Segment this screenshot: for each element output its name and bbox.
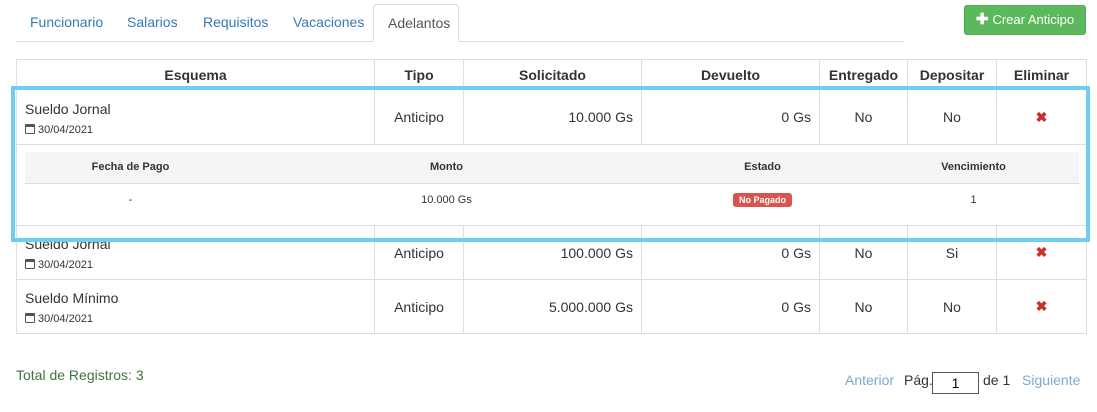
- delete-cell: ✖: [996, 225, 1087, 280]
- table-row[interactable]: Sueldo Jornal 30/04/2021 Anticipo 10.000…: [16, 89, 1087, 145]
- page-label: Pág.: [904, 372, 933, 388]
- prev-page-link[interactable]: Anterior: [845, 372, 894, 388]
- esquema-name: Sueldo Mínimo: [25, 290, 119, 306]
- calendar-icon: [25, 313, 35, 323]
- date-label: 30/04/2021: [25, 259, 366, 271]
- estado-cell: No Pagado: [657, 183, 868, 216]
- depositar-cell: No: [907, 89, 997, 145]
- plus-icon: ✚: [975, 11, 989, 28]
- header-monto: Monto: [236, 152, 657, 184]
- create-advance-label: Crear Anticipo: [992, 12, 1075, 27]
- date-label: 30/04/2021: [25, 313, 366, 325]
- header-tipo[interactable]: Tipo: [374, 59, 464, 90]
- tab-adelantos[interactable]: Adelantos: [373, 4, 459, 42]
- vencimiento-cell: 1: [970, 193, 977, 206]
- calendar-icon: [25, 259, 35, 269]
- date-label: 30/04/2021: [25, 123, 366, 136]
- table-row[interactable]: Sueldo Mínimo 30/04/2021 Anticipo 5.000.…: [16, 279, 1087, 334]
- solicitado-cell: 5.000.000 Gs: [463, 279, 642, 334]
- delete-cell: ✖: [996, 279, 1087, 334]
- detail-row: Fecha de Pago Monto Estado Vencimiento -…: [16, 144, 1087, 226]
- tipo-cell: Anticipo: [374, 89, 464, 145]
- devuelto-cell: 0 Gs: [641, 279, 820, 334]
- devuelto-cell: 0 Gs: [641, 89, 820, 145]
- subtable-row: - 10.000 Gs No Pagado 1: [25, 183, 1079, 216]
- header-devuelto[interactable]: Devuelto: [641, 59, 820, 90]
- payments-subtable: Fecha de Pago Monto Estado Vencimiento -…: [25, 152, 1079, 216]
- calendar-icon: [25, 123, 35, 134]
- delete-icon[interactable]: ✖: [1036, 109, 1048, 125]
- esquema-cell: Sueldo Jornal 30/04/2021: [16, 225, 375, 280]
- esquema-name: Sueldo Jornal: [25, 236, 111, 252]
- advances-table: Esquema Tipo Solicitado Devuelto Entrega…: [16, 59, 1087, 334]
- table-header-row: Esquema Tipo Solicitado Devuelto Entrega…: [16, 59, 1087, 90]
- header-depositar[interactable]: Depositar: [907, 59, 997, 90]
- header-vencimiento: Vencimiento: [868, 152, 1079, 184]
- page-input[interactable]: [932, 372, 979, 394]
- header-fecha-pago: Fecha de Pago: [25, 152, 236, 184]
- tab-salarios[interactable]: Salarios: [113, 4, 192, 42]
- header-estado: Estado: [657, 152, 868, 184]
- create-advance-button[interactable]: ✚ Crear Anticipo: [964, 5, 1086, 35]
- depositar-cell: No: [907, 279, 997, 334]
- entregado-cell: No: [819, 89, 908, 145]
- header-esquema[interactable]: Esquema: [16, 59, 375, 90]
- page-count-label: de 1: [983, 372, 1011, 388]
- tab-bar: Funcionario Salarios Requisitos Vacacion…: [16, 4, 904, 42]
- tab-funcionario[interactable]: Funcionario: [16, 4, 117, 42]
- delete-icon[interactable]: ✖: [1036, 244, 1048, 260]
- tipo-cell: Anticipo: [374, 279, 464, 334]
- header-entregado[interactable]: Entregado: [819, 59, 908, 90]
- table-row[interactable]: Sueldo Jornal 30/04/2021 Anticipo 100.00…: [16, 225, 1087, 280]
- header-eliminar: Eliminar: [996, 59, 1087, 90]
- total-records: Total de Registros: 3: [16, 367, 144, 383]
- header-solicitado[interactable]: Solicitado: [463, 59, 642, 90]
- esquema-cell: Sueldo Jornal 30/04/2021: [16, 89, 375, 145]
- esquema-name: Sueldo Jornal: [25, 100, 111, 117]
- status-badge: No Pagado: [732, 192, 792, 207]
- entregado-cell: No: [819, 225, 908, 280]
- devuelto-cell: 0 Gs: [641, 225, 820, 280]
- detail-cell: Fecha de Pago Monto Estado Vencimiento -…: [16, 144, 1087, 226]
- entregado-cell: No: [819, 279, 908, 334]
- solicitado-cell: 10.000 Gs: [463, 89, 642, 145]
- tab-vacaciones[interactable]: Vacaciones: [279, 4, 378, 42]
- fecha-pago-cell: -: [128, 193, 133, 206]
- solicitado-cell: 100.000 Gs: [463, 225, 642, 280]
- monto-cell: 10.000 Gs: [421, 193, 472, 206]
- tipo-cell: Anticipo: [374, 225, 464, 280]
- esquema-cell: Sueldo Mínimo 30/04/2021: [16, 279, 375, 334]
- subtable-header-row: Fecha de Pago Monto Estado Vencimiento: [25, 152, 1079, 184]
- tab-requisitos[interactable]: Requisitos: [189, 4, 282, 42]
- delete-cell: ✖: [996, 89, 1087, 145]
- next-page-link[interactable]: Siguiente: [1022, 372, 1080, 388]
- delete-icon[interactable]: ✖: [1036, 298, 1048, 314]
- depositar-cell: Si: [907, 225, 997, 280]
